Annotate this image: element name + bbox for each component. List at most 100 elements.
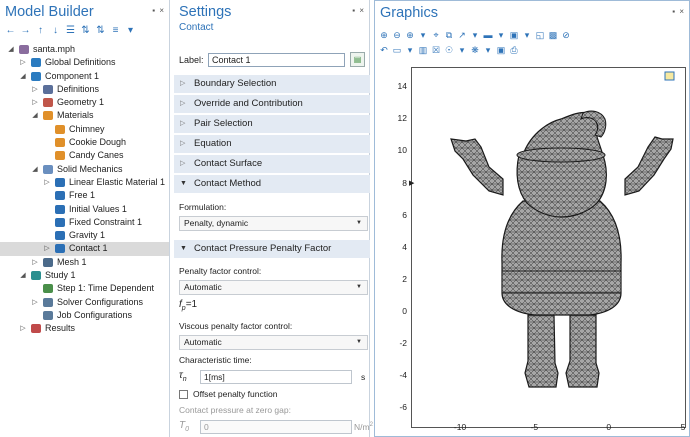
tree-item[interactable]: ◢ Component 1 — [0, 70, 169, 83]
tree-item[interactable]: ▷ Linear Elastic Material 1 — [0, 176, 169, 189]
tree-item[interactable]: ▷ Solver Configurations — [0, 296, 169, 309]
dropdown-caret-icon[interactable]: ▾ — [457, 44, 467, 56]
select-box-icon[interactable]: ◱ — [535, 29, 545, 41]
pane-pin-icons[interactable]: ▪ × — [152, 6, 165, 15]
render-icon[interactable]: ❋ — [470, 44, 480, 56]
graphics-canvas[interactable] — [411, 67, 686, 428]
move-up-icon[interactable]: ↑ — [35, 25, 46, 36]
collapse-arrow-icon[interactable]: ◢ — [19, 70, 27, 83]
hide-icon[interactable]: ☒ — [431, 44, 441, 56]
expand-arrow-icon[interactable]: ▷ — [31, 256, 39, 269]
zoom-in-icon[interactable]: ⊕ — [379, 29, 389, 41]
dropdown-caret-icon[interactable]: ▾ — [496, 29, 506, 41]
tree-item-label: Solver Configurations — [57, 296, 144, 307]
zoom-out-icon[interactable]: ⊖ — [392, 29, 402, 41]
section-pair-selection[interactable]: ▷ Pair Selection — [174, 115, 370, 133]
tree-item[interactable]: ◢ Materials — [0, 109, 169, 122]
move-down-icon[interactable]: ↓ — [50, 25, 61, 36]
expand-arrow-icon[interactable]: ▷ — [31, 83, 39, 96]
print-icon[interactable]: ⎙ — [509, 44, 519, 56]
back-arrow-icon[interactable]: ← — [5, 25, 16, 36]
section-equation[interactable]: ▷ Equation — [174, 135, 370, 153]
dropdown-caret-icon[interactable]: ▾ — [522, 29, 532, 41]
image-snapshot-icon[interactable]: ▣ — [496, 44, 506, 56]
collapse-icon[interactable]: ⇅ — [95, 25, 106, 36]
section-contact-surface[interactable]: ▷ Contact Surface — [174, 155, 370, 173]
dropdown-caret-icon[interactable]: ▾ — [405, 44, 415, 56]
zoom-selection-icon[interactable]: ⧉ — [444, 29, 454, 41]
results-icon — [31, 324, 41, 334]
tree-item[interactable]: Cookie Dough — [0, 136, 169, 149]
label-input[interactable]: Contact 1 — [208, 53, 345, 67]
tree-item[interactable]: ◢ Study 1 — [0, 269, 169, 282]
tree-item[interactable]: ▷ Results — [0, 322, 169, 335]
axis-orientation-icon[interactable]: ↗ — [457, 29, 467, 41]
rename-icon[interactable]: ▤ — [350, 52, 365, 67]
offset-penalty-checkbox[interactable] — [179, 390, 188, 399]
section-contact-method[interactable]: ▼ Contact Method — [174, 175, 370, 193]
axis-triad-icon[interactable] — [664, 71, 675, 81]
pane-pin-icons[interactable]: ▪ × — [352, 6, 365, 15]
select-boundaries-icon[interactable]: ▣ — [509, 29, 519, 41]
expand-arrow-icon[interactable]: ▷ — [19, 322, 27, 335]
tree-item[interactable]: ◢ Solid Mechanics — [0, 163, 169, 176]
t0-input[interactable]: 0 — [200, 420, 352, 434]
list-menu-icon[interactable]: ≡ — [110, 25, 121, 36]
tree-item[interactable]: Fixed Constraint 1 — [0, 216, 169, 229]
dropdown-chevron-icon[interactable]: ▾ — [125, 25, 136, 36]
tree-item[interactable]: Candy Canes — [0, 149, 169, 162]
material-icon — [55, 124, 65, 134]
tree-item[interactable]: ▷ Definitions — [0, 83, 169, 96]
graphics-title: Graphics ▪ × — [380, 5, 685, 21]
collapse-arrow-icon[interactable]: ◢ — [31, 163, 39, 176]
expand-arrow-icon[interactable]: ▷ — [31, 96, 39, 109]
tree-item[interactable]: Free 1 — [0, 189, 169, 202]
dropdown-caret-icon[interactable]: ▾ — [470, 29, 480, 41]
expand-icon[interactable]: ⇅ — [80, 25, 91, 36]
clear-selection-icon[interactable]: ⊘ — [561, 29, 571, 41]
forward-arrow-icon[interactable]: → — [20, 25, 31, 36]
expand-arrow-icon[interactable]: ▷ — [43, 176, 51, 189]
formulation-select[interactable]: Penalty, dynamic ▼ — [179, 216, 368, 231]
y-tick-label: 6 — [402, 209, 407, 220]
collapse-arrow-icon[interactable]: ◢ — [19, 269, 27, 282]
viscous-label: Viscous penalty factor control: — [179, 321, 293, 331]
dropdown-caret-icon[interactable]: ▾ — [483, 44, 493, 56]
section-boundary-selection[interactable]: ▷ Boundary Selection — [174, 75, 370, 93]
section-override-contribution[interactable]: ▷ Override and Contribution — [174, 95, 370, 113]
tree-item[interactable]: Job Configurations — [0, 309, 169, 322]
tree-item[interactable]: ▷ Mesh 1 — [0, 256, 169, 269]
tree-item[interactable]: ▷ Global Definitions — [0, 56, 169, 69]
collapse-arrow-icon[interactable]: ◢ — [31, 109, 39, 122]
expand-arrow-icon[interactable]: ▷ — [43, 242, 51, 255]
tree-item[interactable]: Chimney — [0, 123, 169, 136]
char-time-input[interactable]: 1[ms] — [200, 370, 352, 384]
zoom-extents-icon[interactable]: ⌖ — [431, 29, 441, 41]
expand-arrow-icon[interactable]: ▷ — [31, 296, 39, 309]
wireframe-icon[interactable]: ▥ — [418, 44, 428, 56]
collapse-arrow-icon[interactable]: ◢ — [7, 43, 15, 56]
tree-item-label: santa.mph — [33, 44, 76, 54]
scene-light-icon[interactable]: ☉ — [444, 44, 454, 56]
penalty-control-select[interactable]: Automatic ▼ — [179, 280, 368, 295]
chevron-right-icon: ▷ — [180, 140, 186, 147]
dropdown-caret-icon[interactable]: ▾ — [418, 29, 428, 41]
select-objects-icon[interactable]: ▬ — [483, 29, 493, 41]
tree-item[interactable]: Gravity 1 — [0, 229, 169, 242]
tree-item[interactable]: ▷ Contact 1 — [0, 242, 169, 256]
tree-item[interactable]: ▷ Geometry 1 — [0, 96, 169, 109]
zoom-box-icon[interactable]: ⊕ — [405, 29, 415, 41]
tree-item[interactable]: Step 1: Time Dependent — [0, 282, 169, 295]
views-icon[interactable]: ▭ — [392, 44, 402, 56]
show-icon[interactable]: ☰ — [65, 25, 76, 36]
select-all-icon[interactable]: ▩ — [548, 29, 558, 41]
pane-pin-icons[interactable]: ▪ × — [672, 7, 685, 16]
globe-icon — [31, 58, 41, 68]
tree-item[interactable]: Initial Values 1 — [0, 203, 169, 216]
rotate-icon[interactable]: ↶ — [379, 44, 389, 56]
tree-item-label: Contact 1 — [69, 243, 108, 254]
section-contact-pressure-penalty-factor[interactable]: ▼ Contact Pressure Penalty Factor — [174, 240, 370, 258]
viscous-control-select[interactable]: Automatic ▼ — [179, 335, 368, 350]
tree-item[interactable]: ◢ santa.mph — [0, 43, 169, 56]
expand-arrow-icon[interactable]: ▷ — [19, 56, 27, 69]
